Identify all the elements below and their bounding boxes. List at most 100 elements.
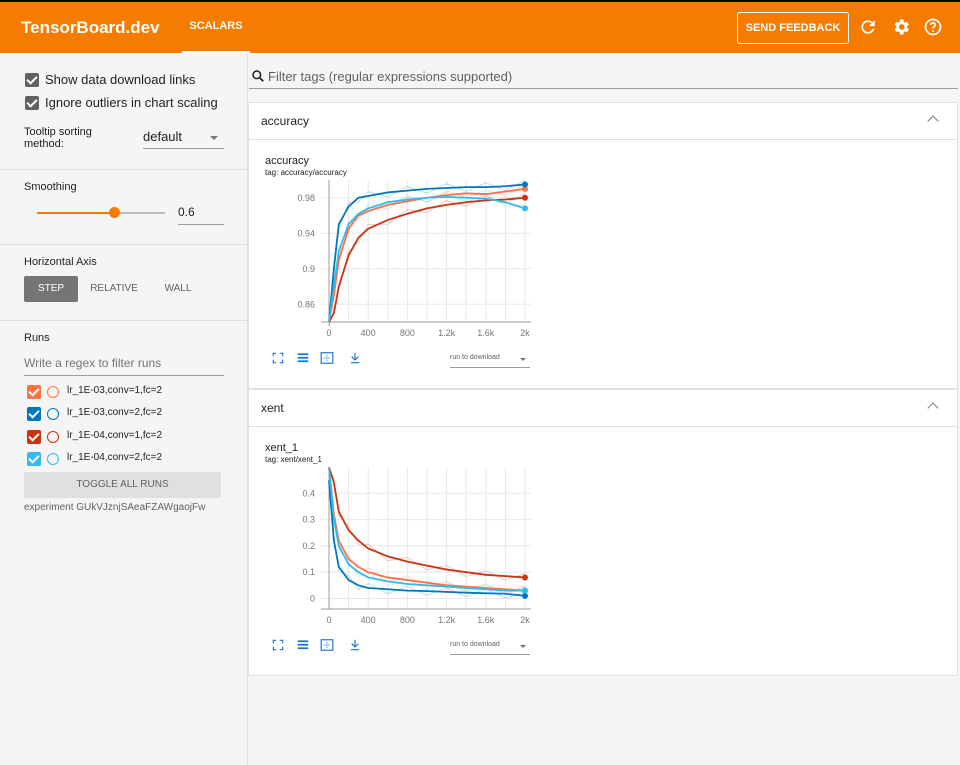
refresh-icon[interactable] (858, 17, 878, 37)
chart-tag: tag: xent/xent_1 (265, 455, 322, 464)
x-tick-label: 400 (361, 328, 376, 338)
x-tick-label: 1.2k (438, 328, 456, 338)
search-icon (252, 70, 264, 82)
series-end-point (522, 205, 528, 212)
x-tick-label: 2k (520, 328, 530, 338)
app-brand[interactable]: TensorBoard.dev (21, 18, 160, 38)
expand-icon[interactable] (271, 351, 285, 365)
y-tick-label: 0.2 (302, 541, 315, 551)
smoothing-slider-fill (37, 212, 114, 214)
x-tick-label: 800 (400, 328, 415, 338)
tag-filter-input[interactable]: Filter tags (regular expressions support… (249, 66, 958, 89)
chevron-up-icon[interactable] (927, 115, 939, 127)
ignore-outliers-checkbox[interactable] (25, 96, 39, 110)
y-tick-label: 0.98 (297, 193, 315, 203)
tab-scalars[interactable]: SCALARS (182, 2, 250, 53)
data-table-icon[interactable] (296, 638, 310, 652)
toggle-all-runs-button[interactable]: TOGGLE ALL RUNS (24, 472, 221, 498)
smoothing-slider[interactable] (37, 207, 165, 218)
run-color-ring-icon (47, 453, 59, 465)
ignore-outliers-label: Ignore outliers in chart scaling (45, 95, 218, 110)
y-tick-label: 0.3 (302, 515, 315, 525)
run-color-ring-icon (47, 386, 59, 398)
x-tick-label: 1.2k (438, 615, 456, 625)
x-tick-label: 0 (326, 615, 331, 625)
run-checkbox[interactable] (27, 407, 41, 421)
series-end-point (522, 181, 528, 188)
sidebar: Show data download links Ignore outliers… (0, 53, 248, 765)
data-table-icon[interactable] (296, 351, 310, 365)
fit-domain-icon[interactable] (320, 638, 334, 652)
runs-filter-input[interactable]: Write a regex to filter runs (24, 356, 224, 376)
horizontal-axis-section (0, 244, 248, 245)
chart-card: xent_1 tag: xent/xent_1 0 0.1 0.2 0.3 0.4 0 40… (265, 442, 545, 672)
smoothing-slider-knob[interactable] (108, 207, 120, 218)
chart-card: accuracy tag: accuracy/accuracy 0.86 0.9 0… (265, 155, 545, 385)
y-tick-label: 0.94 (297, 228, 315, 238)
x-tick-label: 0 (326, 328, 331, 338)
chart-title: xent_1 (265, 442, 299, 454)
chevron-down-icon (210, 136, 218, 140)
fit-domain-icon[interactable] (320, 351, 334, 365)
run-to-download-label: run to download (450, 354, 500, 361)
download-icon[interactable] (348, 638, 362, 652)
x-tick-label: 1.6k (477, 615, 495, 625)
runs-title: Runs (24, 332, 50, 344)
expand-icon[interactable] (271, 638, 285, 652)
run-to-download-label: run to download (450, 641, 500, 648)
run-color-ring-icon (47, 431, 59, 443)
chart-tag: tag: accuracy/accuracy (265, 168, 347, 177)
accuracy-chart[interactable]: 0.86 0.9 0.94 0.98 0 400 800 1.2k 1.6k 2k (265, 180, 535, 345)
run-name: lr_1E-04,conv=2,fc=2 (67, 452, 163, 463)
download-icon[interactable] (348, 351, 362, 365)
smoothing-title: Smoothing (24, 181, 77, 193)
experiment-id: experiment GUkVJznjSAeaFZAWgaojFw (24, 502, 206, 513)
x-tick-label: 1.6k (477, 328, 495, 338)
run-item[interactable]: lr_1E-04,conv=1,fc=2 (27, 429, 227, 445)
group-header-accuracy[interactable]: accuracy (248, 102, 958, 140)
run-name: lr_1E-03,conv=2,fc=2 (67, 407, 163, 418)
chart-title: accuracy (265, 155, 310, 167)
y-tick-label: 0 (310, 593, 315, 603)
horizontal-axis-title: Horizontal Axis (24, 256, 97, 268)
run-checkbox[interactable] (27, 385, 41, 399)
xent-chart[interactable]: 0 0.1 0.2 0.3 0.4 0 400 800 1.2k 1.6k 2k (265, 467, 535, 632)
y-tick-label: 0.4 (302, 488, 315, 498)
haxis-relative-button[interactable]: RELATIVE (84, 276, 144, 302)
settings-icon[interactable] (891, 17, 911, 37)
series-end-point (522, 574, 528, 581)
group-body-accuracy: accuracy tag: accuracy/accuracy 0.86 0.9 0… (248, 140, 958, 389)
run-item[interactable]: lr_1E-03,conv=2,fc=2 (27, 406, 227, 422)
send-feedback-button[interactable]: SEND FEEDBACK (737, 12, 849, 44)
y-tick-label: 0.86 (297, 299, 315, 309)
chevron-up-icon[interactable] (927, 402, 939, 414)
top-app-bar: TensorBoard.dev SCALARS SEND FEEDBACK (0, 0, 960, 53)
y-tick-label: 0.1 (302, 567, 315, 577)
group-body-xent: xent_1 tag: xent/xent_1 0 0.1 0.2 0.3 0.4 0 40… (248, 427, 958, 676)
run-item[interactable]: lr_1E-03,conv=1,fc=2 (27, 384, 227, 400)
run-to-download-select[interactable]: run to download (450, 641, 530, 655)
run-item[interactable]: lr_1E-04,conv=2,fc=2 (27, 451, 227, 467)
run-name: lr_1E-03,conv=1,fc=2 (67, 385, 163, 396)
x-tick-label: 2k (520, 615, 530, 625)
tag-filter-placeholder: Filter tags (regular expressions support… (268, 69, 513, 84)
group-header-xent[interactable]: xent (248, 389, 958, 427)
run-to-download-select[interactable]: run to download (450, 354, 530, 368)
smoothing-input[interactable]: 0.6 (178, 205, 224, 225)
run-name: lr_1E-04,conv=1,fc=2 (67, 430, 163, 441)
run-color-ring-icon (47, 408, 59, 420)
haxis-step-button[interactable]: STEP (24, 276, 78, 302)
tooltip-sorting-value: default (143, 129, 183, 144)
show-download-label: Show data download links (45, 72, 196, 87)
tooltip-sorting-label: Tooltip sorting method: (24, 126, 92, 150)
tooltip-sorting-select[interactable]: default (143, 129, 224, 149)
group-name: xent (261, 401, 284, 415)
haxis-wall-button[interactable]: WALL (152, 276, 204, 302)
run-checkbox[interactable] (27, 430, 41, 444)
series-end-point (522, 587, 528, 594)
chevron-down-icon (520, 358, 526, 361)
show-download-checkbox[interactable] (25, 73, 39, 87)
run-checkbox[interactable] (27, 452, 41, 466)
help-icon[interactable] (923, 17, 943, 37)
runs-section (0, 320, 248, 321)
